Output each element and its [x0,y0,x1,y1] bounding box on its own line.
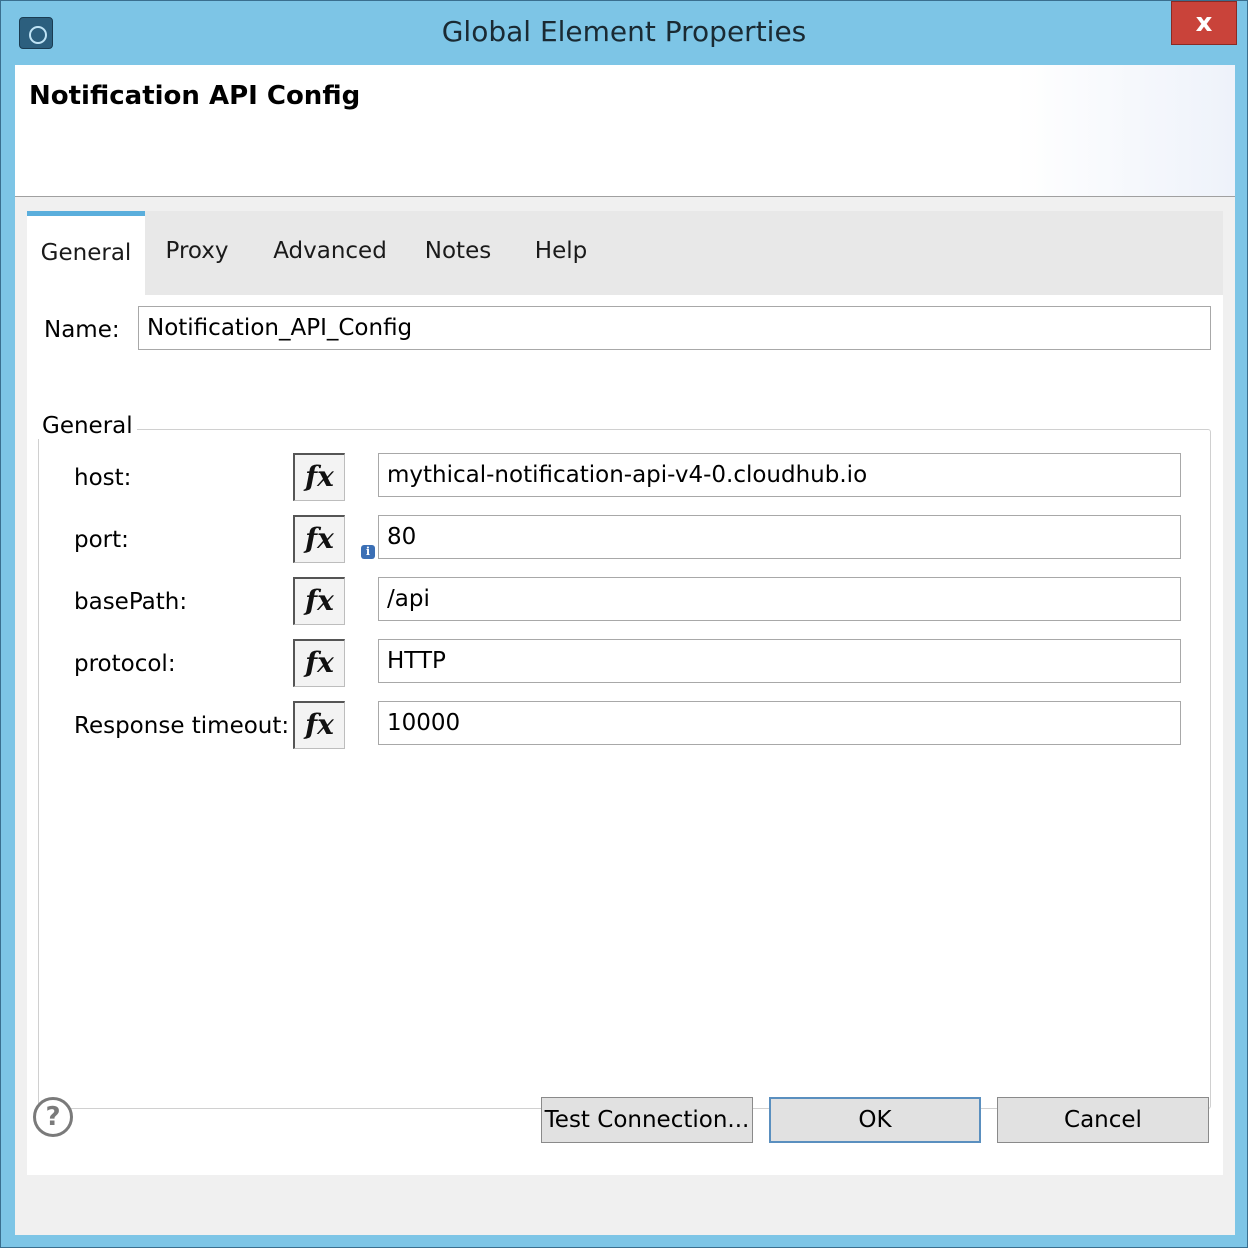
tab-notes[interactable]: Notes [415,211,501,295]
protocol-fx-button[interactable]: fx [293,639,345,687]
basepath-input[interactable]: /api [378,577,1181,621]
title-bar[interactable]: Global Element Properties x [1,1,1247,65]
page-title: Notification API Config [29,81,361,111]
host-fx-button[interactable]: fx [293,453,345,501]
response-timeout-input[interactable]: 10000 [378,701,1181,745]
port-label: port: [74,527,129,553]
test-connection-button[interactable]: Test Connection... [541,1097,753,1143]
dialog-window: Global Element Properties x Notification… [0,0,1248,1248]
cancel-button[interactable]: Cancel [997,1097,1209,1143]
tab-bar: General Proxy Advanced Notes Help [27,211,1223,295]
tab-advanced[interactable]: Advanced [269,211,391,295]
dialog-body: Notification API Config General Proxy Ad… [15,65,1235,1235]
name-label: Name: [44,317,120,343]
response-timeout-label: Response timeout: [74,713,290,739]
response-timeout-fx-button[interactable]: fx [293,701,345,749]
basepath-fx-button[interactable]: fx [293,577,345,625]
header-banner: Notification API Config [15,65,1235,197]
host-label: host: [74,465,132,491]
ok-button[interactable]: OK [769,1097,981,1143]
basepath-label: basePath: [74,589,188,615]
window-title: Global Element Properties [441,15,807,48]
tab-proxy[interactable]: Proxy [155,211,239,295]
tab-general[interactable]: General [27,211,145,295]
tab-content-general: Name: Notification_API_Config General ho… [27,295,1223,1175]
name-input[interactable]: Notification_API_Config [138,306,1211,350]
general-group-legend: General [38,413,137,439]
close-button[interactable]: x [1171,1,1237,45]
protocol-input[interactable]: HTTP [378,639,1181,683]
info-icon: i [361,545,375,559]
protocol-label: protocol: [74,651,176,677]
help-icon[interactable]: ? [33,1097,73,1137]
tab-help[interactable]: Help [525,211,597,295]
port-fx-button[interactable]: fx [293,515,345,563]
host-input[interactable]: mythical-notification-api-v4-0.cloudhub.… [378,453,1181,497]
port-input[interactable]: 80 [378,515,1181,559]
